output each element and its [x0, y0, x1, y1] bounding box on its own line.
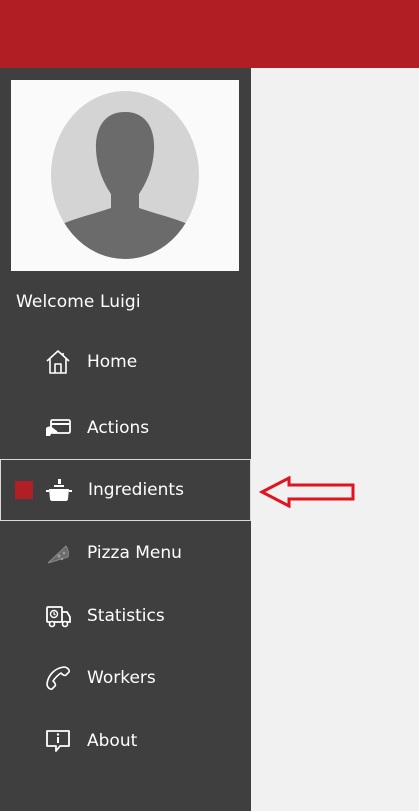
sidebar-item-label: Ingredients — [88, 480, 184, 500]
sidebar-item-actions[interactable]: Actions — [0, 397, 251, 459]
phone-icon — [46, 666, 70, 690]
sidebar-item-label: Home — [87, 352, 138, 372]
active-indicator — [15, 481, 33, 499]
sidebar-item-about[interactable]: About — [0, 710, 251, 772]
welcome-text: Welcome Luigi — [16, 292, 141, 312]
info-chat-icon — [46, 730, 70, 752]
red-arrow-left-icon — [259, 476, 355, 508]
sidebar-item-workers[interactable]: Workers — [0, 647, 251, 709]
credit-card-hand-icon — [46, 419, 71, 436]
pizza-slice-icon — [47, 545, 69, 564]
home-icon — [46, 350, 70, 374]
top-header-bar — [0, 0, 419, 68]
sidebar-item-pizza-menu[interactable]: Pizza Menu — [0, 522, 251, 584]
cooking-pot-icon — [46, 479, 72, 501]
sidebar-item-home[interactable]: Home — [0, 331, 251, 393]
sidebar-item-ingredients[interactable]: Ingredients — [0, 459, 251, 521]
sidebar-item-label: Actions — [87, 418, 150, 438]
sidebar-item-label: Statistics — [87, 606, 165, 626]
user-silhouette-icon — [51, 91, 199, 259]
delivery-truck-icon — [46, 606, 71, 628]
avatar — [11, 80, 239, 271]
sidebar-item-label: Pizza Menu — [87, 543, 182, 563]
sidebar-item-label: About — [87, 731, 138, 751]
sidebar: Welcome Luigi Home Actions Ingredients P… — [0, 68, 251, 811]
sidebar-item-statistics[interactable]: Statistics — [0, 585, 251, 647]
sidebar-item-label: Workers — [87, 668, 156, 688]
